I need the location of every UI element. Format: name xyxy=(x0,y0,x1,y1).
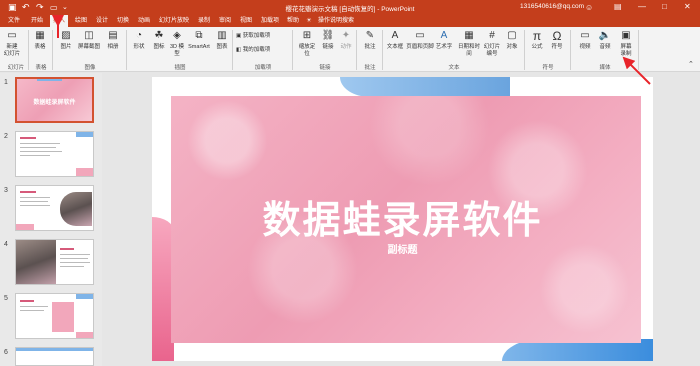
annotation-arrows xyxy=(52,15,651,85)
arrow-to-screen-record xyxy=(622,56,651,85)
